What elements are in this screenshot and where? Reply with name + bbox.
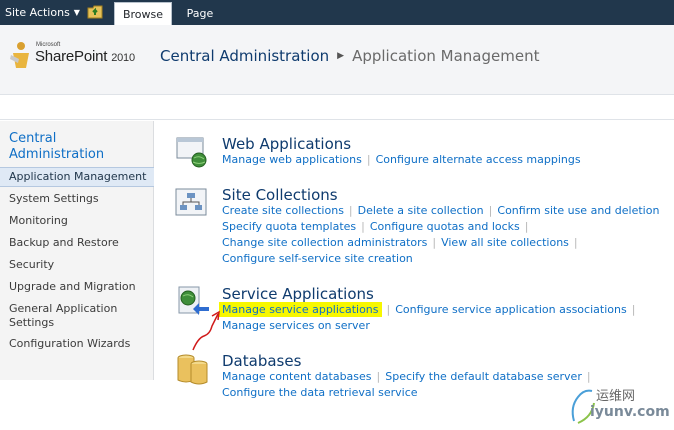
databases-links-row1: Manage content databases | Specify the def… bbox=[222, 370, 596, 383]
link-specify-quota-templates[interactable]: Specify quota templates bbox=[222, 220, 356, 233]
ribbon-bar: Site Actions ▼ Browse Page bbox=[0, 0, 674, 25]
title-area: Microsoft SharePoint 2010 Central Admini… bbox=[0, 25, 674, 95]
link-manage-content-databases[interactable]: Manage content databases bbox=[222, 370, 372, 383]
nav-item-upgrade-migration[interactable]: Upgrade and Migration bbox=[0, 280, 154, 294]
breadcrumb-separator-icon: ▶ bbox=[337, 51, 345, 61]
watermark: 运维网 iyunv.com bbox=[566, 383, 671, 429]
annotation-arrow-icon bbox=[192, 310, 220, 351]
site-collections-title[interactable]: Site Collections bbox=[222, 186, 338, 204]
link-confirm-site-use[interactable]: Confirm site use and deletion bbox=[497, 204, 659, 217]
link-service-app-associations[interactable]: Configure service application associatio… bbox=[395, 303, 626, 316]
databases-links-row2: Configure the data retrieval service bbox=[222, 386, 418, 399]
nav-item-config-wizards[interactable]: Configuration Wizards bbox=[0, 337, 154, 351]
service-applications-title[interactable]: Service Applications bbox=[222, 285, 374, 303]
link-data-retrieval-service[interactable]: Configure the data retrieval service bbox=[222, 386, 418, 399]
link-configure-quotas-locks[interactable]: Configure quotas and locks bbox=[370, 220, 520, 233]
web-applications-links: Manage web applications | Configure altern… bbox=[222, 153, 581, 166]
link-divider: | bbox=[488, 204, 493, 217]
link-divider: | bbox=[573, 236, 578, 249]
site-collections-links-row3: Change site collection administrators | Vi… bbox=[222, 236, 583, 249]
service-applications-links-row1: Manage service applications | Configure se… bbox=[219, 302, 640, 317]
link-manage-services-on-server[interactable]: Manage services on server bbox=[222, 319, 370, 332]
link-divider: | bbox=[524, 220, 529, 233]
nav-item-monitoring[interactable]: Monitoring bbox=[0, 214, 154, 228]
breadcrumb-central-admin[interactable]: Central Administration bbox=[160, 47, 329, 65]
nav-item-system-settings[interactable]: System Settings bbox=[0, 192, 154, 206]
web-applications-title[interactable]: Web Applications bbox=[222, 135, 351, 153]
link-self-service-site-creation[interactable]: Configure self-service site creation bbox=[222, 252, 413, 265]
link-manage-web-applications[interactable]: Manage web applications bbox=[222, 153, 362, 166]
link-delete-site-collection[interactable]: Delete a site collection bbox=[358, 204, 484, 217]
link-create-site-collections[interactable]: Create site collections bbox=[222, 204, 344, 217]
nav-item-general-settings[interactable]: General Application Settings bbox=[0, 302, 140, 330]
link-divider: | bbox=[361, 220, 365, 233]
link-divider: | bbox=[348, 204, 353, 217]
watermark-line2: iyunv.com bbox=[590, 404, 670, 420]
breadcrumb: Central Administration ▶ Application Man… bbox=[160, 47, 539, 65]
databases-title[interactable]: Databases bbox=[222, 352, 301, 370]
site-collections-links-row1: Create site collections | Delete a site co… bbox=[222, 204, 659, 217]
site-actions-label: Site Actions bbox=[5, 6, 70, 19]
logo-product-name: SharePoint bbox=[35, 48, 108, 65]
chevron-down-icon: ▼ bbox=[73, 8, 80, 17]
watermark-line1: 运维网 bbox=[596, 389, 636, 404]
nav-item-security[interactable]: Security bbox=[0, 258, 154, 272]
nav-item-backup-restore[interactable]: Backup and Restore bbox=[0, 236, 154, 250]
nav-item-application-management[interactable]: Application Management bbox=[0, 167, 154, 187]
link-divider: | bbox=[366, 153, 371, 166]
site-collections-links-row2: Specify quota templates | Configure quotas… bbox=[222, 220, 534, 233]
link-divider: | bbox=[432, 236, 437, 249]
link-alternate-access-mappings[interactable]: Configure alternate access mappings bbox=[376, 153, 581, 166]
link-divider: | bbox=[376, 370, 381, 383]
logo-year: 2010 bbox=[111, 52, 135, 64]
navigate-up-icon[interactable] bbox=[87, 4, 104, 19]
web-applications-icon bbox=[176, 137, 207, 168]
tab-browse[interactable]: Browse bbox=[114, 2, 172, 25]
link-manage-service-applications[interactable]: Manage service applications bbox=[219, 302, 382, 317]
link-divider: | bbox=[586, 370, 591, 383]
service-applications-links-row2: Manage services on server bbox=[222, 319, 370, 332]
link-view-all-site-collections[interactable]: View all site collections bbox=[441, 236, 569, 249]
link-divider: | bbox=[386, 303, 391, 316]
tab-page[interactable]: Page bbox=[180, 2, 220, 25]
logo-product-text: SharePoint 2010 bbox=[35, 48, 135, 65]
quick-launch: Central Administration Application Manag… bbox=[0, 121, 154, 380]
status-bar-area bbox=[0, 96, 674, 120]
link-divider: | bbox=[631, 303, 636, 316]
quick-launch-heading[interactable]: Central Administration bbox=[9, 131, 129, 163]
site-actions-menu[interactable]: Site Actions ▼ bbox=[5, 6, 80, 19]
sharepoint-logo[interactable]: Microsoft SharePoint 2010 bbox=[10, 38, 160, 78]
link-change-site-admins[interactable]: Change site collection administrators bbox=[222, 236, 427, 249]
site-collections-links-row4: Configure self-service site creation bbox=[222, 252, 413, 265]
page-title: Application Management bbox=[352, 47, 540, 65]
databases-icon bbox=[177, 354, 208, 385]
sharepoint-logo-icon bbox=[10, 42, 29, 68]
link-default-database-server[interactable]: Specify the default database server bbox=[385, 370, 582, 383]
site-collections-icon bbox=[175, 188, 207, 216]
